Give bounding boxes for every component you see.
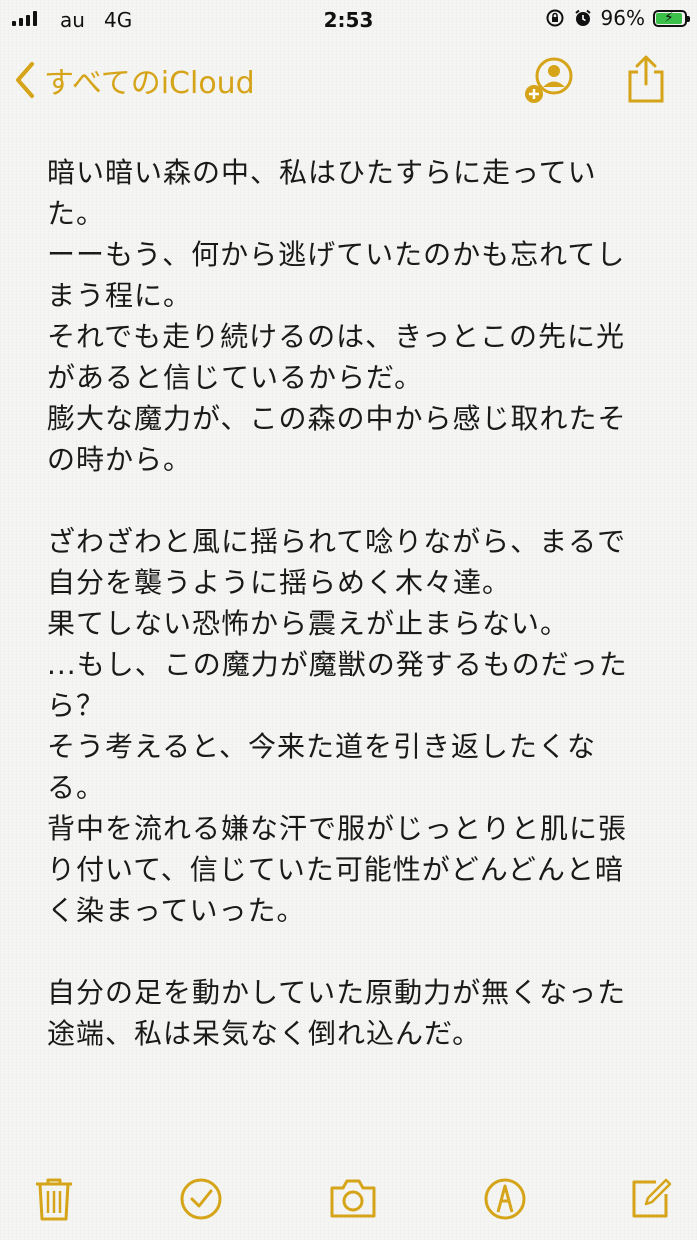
note-line: 途端、私は呆気なく倒れ込んだ。 xyxy=(47,1017,482,1050)
note-line: そう考えると、今来た道を引き返したくな xyxy=(47,730,597,763)
markup-icon xyxy=(484,1178,526,1220)
add-person-button[interactable] xyxy=(522,54,573,103)
status-right: 96% ⚡ xyxy=(545,6,690,30)
rotation-lock-icon xyxy=(546,9,564,27)
note-line: それでも走り続けるのは、きっとこの先に光 xyxy=(47,320,626,353)
add-person-icon xyxy=(525,57,573,103)
note-line: 果てしない恐怖から震えが止まらない。 xyxy=(47,607,570,640)
trash-icon xyxy=(36,1178,72,1221)
note-line: 背中を流れる嫌な汗で服がじっとりと肌に張 xyxy=(47,812,628,845)
battery-icon: ⚡ xyxy=(653,9,690,27)
note-line: の時から。 xyxy=(47,443,193,476)
camera-button[interactable] xyxy=(328,1176,376,1220)
note-line: まう程に。 xyxy=(47,279,193,312)
battery-percent: 96% xyxy=(600,6,645,30)
note-line: た。 xyxy=(47,197,106,230)
note-line: ら？ xyxy=(47,689,106,722)
note-line: 自分の足を動かしていた原動力が無くなった xyxy=(47,976,627,1009)
note-line: り付いて、信じていた可能性がどんどんと暗 xyxy=(47,853,624,886)
note-blank-line xyxy=(47,931,647,972)
markup-button[interactable] xyxy=(482,1176,526,1220)
compose-button[interactable] xyxy=(630,1176,674,1220)
back-button[interactable]: すべてのiCloud xyxy=(14,58,255,102)
note-line: ...もし、この魔力が魔獣の発するものだった xyxy=(47,648,628,681)
checklist-button[interactable] xyxy=(178,1176,222,1220)
note-line: く染まっていった。 xyxy=(47,894,306,927)
note-line: ざわざわと風に揺られて唸りながら、まるで xyxy=(47,525,627,558)
navigation-bar: すべてのiCloud xyxy=(0,44,697,112)
bottom-toolbar xyxy=(0,1168,697,1228)
note-line: 暗い暗い森の中、私はひたすらに走ってい xyxy=(47,156,597,189)
note-line: 自分を襲うように揺らめく木々達。 xyxy=(47,566,512,599)
note-blank-line xyxy=(47,480,647,521)
compose-icon xyxy=(632,1178,672,1218)
note-body[interactable]: 暗い暗い森の中、私はひたすらに走ってい た。ーーもう、何から逃げていたのかも忘れて… xyxy=(47,152,647,1054)
alarm-icon xyxy=(574,9,591,26)
status-bar: au 4G 2:53 96% ⚡ xyxy=(0,0,697,38)
checklist-icon xyxy=(180,1178,222,1220)
share-button[interactable] xyxy=(622,54,670,103)
back-label: すべてのiCloud xyxy=(44,66,255,101)
note-line: る。 xyxy=(47,771,106,804)
share-icon xyxy=(628,55,664,103)
note-line: があると信じているからだ。 xyxy=(47,361,424,394)
chevron-left-icon xyxy=(16,62,34,98)
note-line: 膨大な魔力が、この森の中から感じ取れたそ xyxy=(47,402,627,435)
delete-button[interactable] xyxy=(32,1176,76,1221)
camera-icon xyxy=(330,1179,376,1218)
note-line: ーーもう、何から逃げていたのかも忘れてし xyxy=(47,238,626,271)
